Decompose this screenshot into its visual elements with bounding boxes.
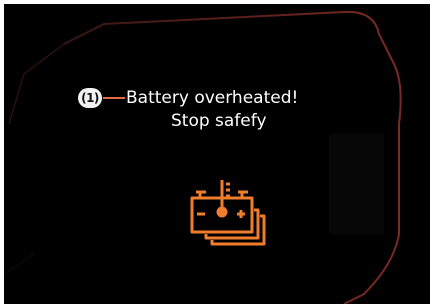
battery-overheat-icon xyxy=(190,180,266,246)
warning-message-line1: Battery overheated! xyxy=(126,88,299,108)
callout-leader-line xyxy=(103,97,125,99)
cluster-display: (1) Battery overheated! Stop safefy xyxy=(4,4,430,304)
warning-message-line2: Stop safefy xyxy=(171,111,267,131)
callout-number-badge: (1) xyxy=(78,88,102,108)
cluster-outline xyxy=(4,10,402,304)
